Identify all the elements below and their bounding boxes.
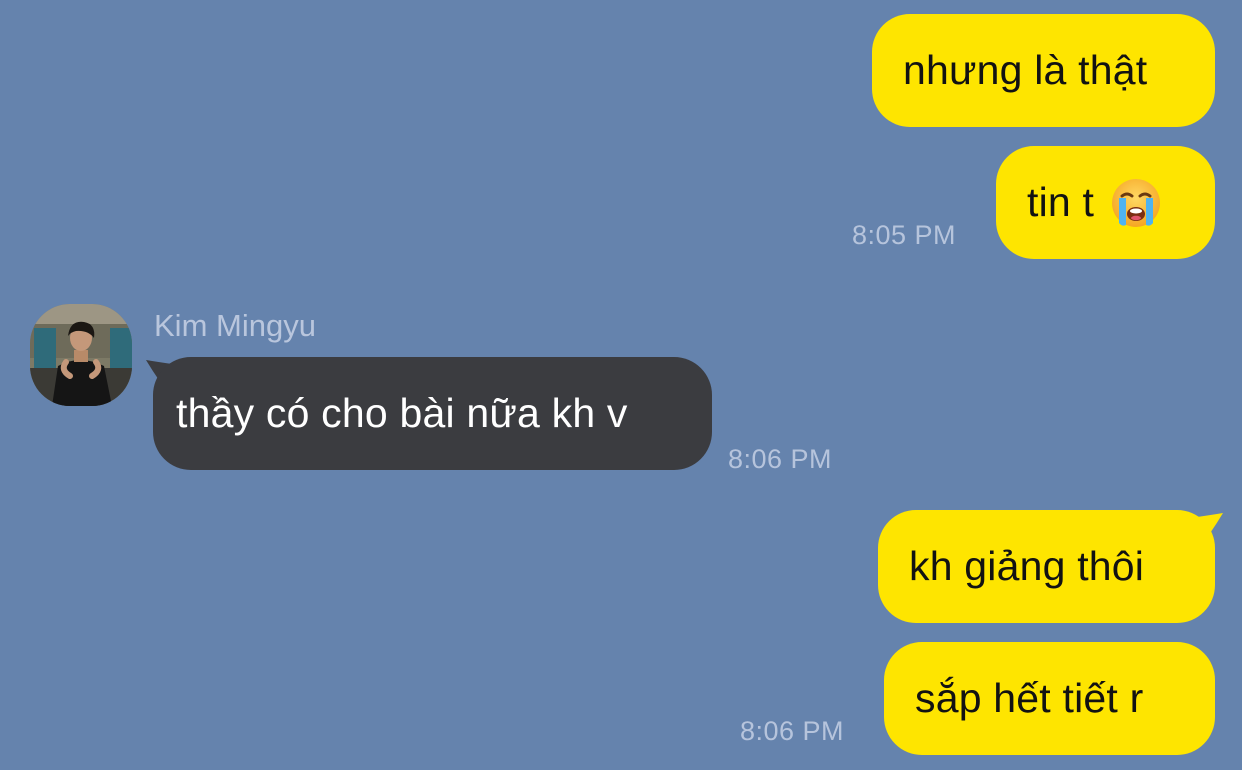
chat-thread[interactable]: nhưng là thật tin t 8:05 PM Kim Mingyu t… [0, 0, 1242, 770]
contact-name: Kim Mingyu [154, 308, 316, 343]
message-text: sắp hết tiết r [915, 675, 1144, 721]
loudly-crying-face-icon [1112, 178, 1161, 227]
message-text: nhưng là thật [903, 47, 1148, 93]
message-timestamp: 8:05 PM [852, 220, 957, 250]
message-text: thầy có cho bài nữa kh v [176, 390, 628, 436]
contact-avatar[interactable] [30, 304, 132, 406]
message-bubble-outgoing[interactable]: sắp hết tiết r [884, 642, 1215, 755]
message-text: kh giảng thôi [909, 543, 1145, 589]
message-timestamp: 8:06 PM [740, 716, 845, 746]
message-bubble-outgoing[interactable]: tin t [996, 146, 1215, 259]
message-bubble-outgoing[interactable]: kh giảng thôi [878, 510, 1215, 623]
message-bubble-incoming[interactable]: thầy có cho bài nữa kh v [153, 357, 712, 470]
message-text: tin t [1027, 179, 1095, 225]
profile-photo-icon [30, 304, 132, 406]
message-bubble-outgoing[interactable]: nhưng là thật [872, 14, 1215, 127]
message-timestamp: 8:06 PM [728, 444, 833, 474]
